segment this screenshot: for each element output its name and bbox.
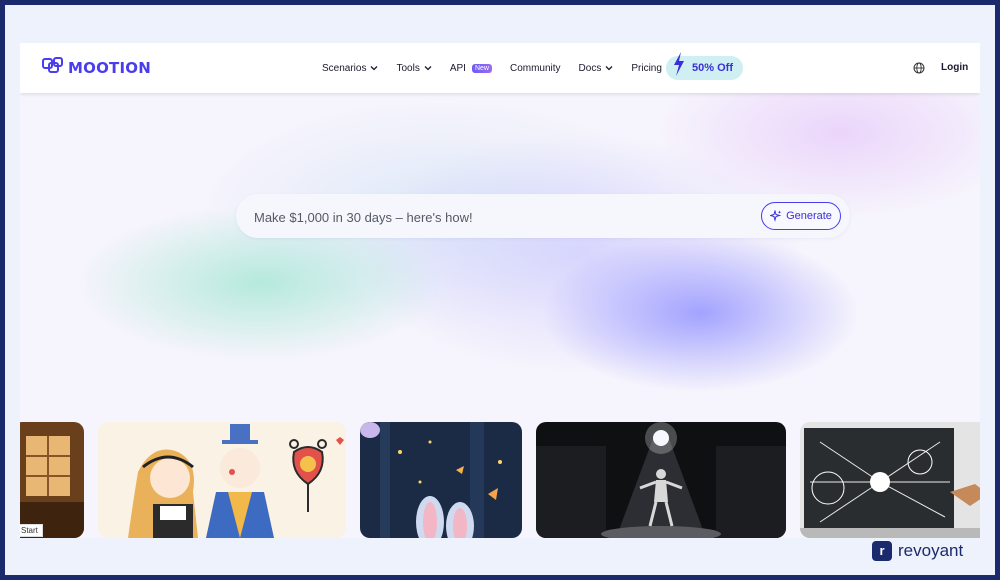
- gallery-card-anime[interactable]: [98, 422, 346, 538]
- nav-item-api[interactable]: API New: [450, 63, 492, 74]
- globe-icon[interactable]: [913, 62, 925, 74]
- revoyant-logo-text: revoyant: [898, 541, 964, 560]
- nav-item-scenarios[interactable]: Scenarios: [322, 63, 378, 74]
- main-nav: Scenarios Tools API New Community Docs P…: [322, 59, 680, 77]
- top-navbar: MOOTION Scenarios Tools API New Communit…: [20, 43, 980, 93]
- nav-item-community[interactable]: Community: [510, 63, 561, 74]
- new-badge: New: [471, 63, 492, 73]
- nav-item-pricing[interactable]: Pricing: [631, 63, 662, 74]
- start-chip: Start: [20, 524, 43, 537]
- chevron-down-icon: [424, 66, 432, 71]
- mootion-logo-icon: [42, 56, 64, 81]
- generate-button[interactable]: Generate: [761, 202, 841, 230]
- nav-item-label: Community: [509, 62, 561, 74]
- revoyant-watermark: r revoyant: [872, 540, 963, 562]
- brand-logo[interactable]: MOOTION: [42, 56, 151, 81]
- chalkboard-thumbnail: [800, 422, 980, 538]
- gallery-card-bunny[interactable]: [360, 422, 522, 538]
- prompt-input[interactable]: [254, 208, 734, 226]
- nav-item-label: Docs: [578, 62, 602, 74]
- nav-item-label: Pricing: [631, 62, 662, 74]
- promo-label: 50% Off: [692, 62, 733, 74]
- chevron-down-icon: [605, 66, 613, 71]
- nav-item-label: API: [449, 62, 466, 74]
- gallery-card-dancer[interactable]: [536, 422, 786, 538]
- brand-name: MOOTION: [68, 59, 151, 77]
- chevron-down-icon: [371, 66, 378, 71]
- dancer-thumbnail: [536, 422, 786, 538]
- gallery-card-interior[interactable]: Start: [20, 422, 84, 538]
- anime-thumbnail: [98, 422, 346, 538]
- revoyant-logo-mark: r: [872, 541, 892, 561]
- nav-item-docs[interactable]: Docs: [579, 63, 614, 74]
- bunny-thumbnail: [360, 422, 522, 538]
- gallery-card-chalkboard[interactable]: [800, 422, 980, 538]
- browser-page: MOOTION Scenarios Tools API New Communit…: [20, 43, 980, 538]
- video-gallery: Start: [20, 422, 980, 538]
- generate-label: Generate: [786, 210, 832, 222]
- interior-thumbnail: [20, 422, 84, 538]
- login-link[interactable]: Login: [941, 62, 968, 73]
- nav-item-label: Tools: [396, 62, 420, 74]
- nav-item-tools[interactable]: Tools: [396, 62, 432, 74]
- discount-promo-badge[interactable]: 50% Off: [666, 52, 743, 80]
- sparkle-icon: [770, 210, 782, 222]
- lightning-bolt-icon: [674, 52, 684, 76]
- prompt-bar: Generate: [236, 194, 850, 238]
- nav-item-label: Scenarios: [322, 62, 367, 74]
